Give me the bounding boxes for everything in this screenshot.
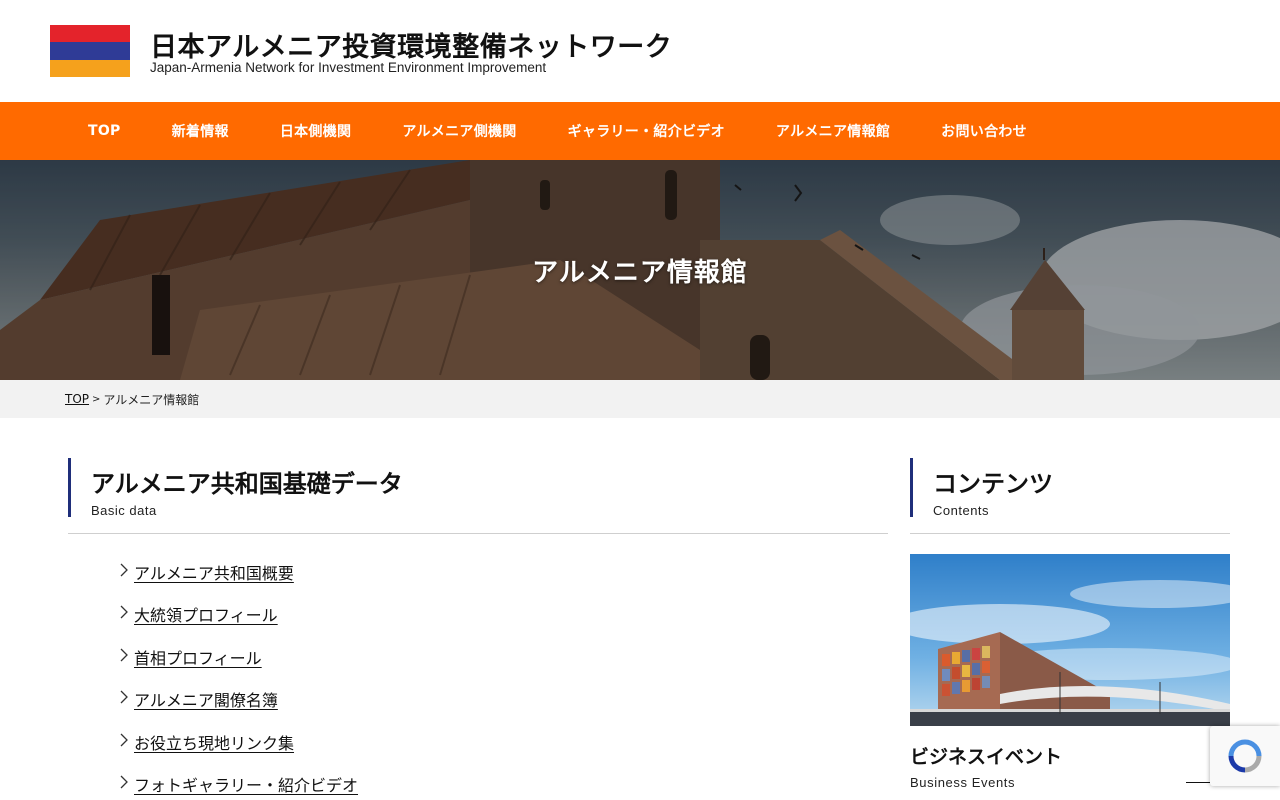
breadcrumb-separator: > xyxy=(92,393,101,405)
sidebar-title: コンテンツ xyxy=(933,470,1053,498)
hero-title: アルメニア情報館 xyxy=(532,258,748,288)
link-president-profile[interactable]: 大統領プロフィール xyxy=(134,602,278,626)
nav-item-contact[interactable]: お問い合わせ xyxy=(941,121,1027,141)
sidebar-divider xyxy=(910,533,1230,534)
nav-item-japan-organizations[interactable]: 日本側機関 xyxy=(280,121,352,141)
section-subtitle: Basic data xyxy=(91,503,157,518)
recaptcha-icon xyxy=(1228,739,1262,773)
business-events-subtitle: Business Events xyxy=(910,775,1016,790)
link-prime-minister-profile[interactable]: 首相プロフィール xyxy=(134,645,262,669)
chevron-right-icon xyxy=(120,775,128,789)
section-divider xyxy=(68,533,888,534)
list-item: アルメニア閣僚名簿 xyxy=(114,687,888,729)
armenia-flag-icon[interactable] xyxy=(50,25,130,77)
business-events-image[interactable] xyxy=(910,554,1230,726)
list-item: フォトギャラリー・紹介ビデオ xyxy=(114,772,888,800)
basic-data-link-list: アルメニア共和国概要 大統領プロフィール 首相プロフィール アルメニア閣僚名簿 … xyxy=(68,560,888,800)
chevron-right-icon xyxy=(120,605,128,619)
airport-photo xyxy=(910,554,1230,726)
basic-data-section: アルメニア共和国基礎データ Basic data アルメニア共和国概要 大統領プ… xyxy=(68,458,888,800)
chevron-right-icon xyxy=(120,563,128,577)
sidebar-heading: コンテンツ Contents xyxy=(910,458,1230,518)
site-title[interactable]: 日本アルメニア投資環境整備ネットワーク xyxy=(150,25,672,64)
nav-item-armenia-info[interactable]: アルメニア情報館 xyxy=(776,121,890,141)
sidebar-contents: コンテンツ Contents ビジネスイベント Business Events xyxy=(910,458,1230,790)
list-item: 首相プロフィール xyxy=(114,645,888,687)
link-photo-gallery-video[interactable]: フォトギャラリー・紹介ビデオ xyxy=(134,772,358,796)
section-heading: アルメニア共和国基礎データ Basic data xyxy=(68,458,888,518)
recaptcha-badge[interactable] xyxy=(1210,726,1280,786)
nav-item-gallery-video[interactable]: ギャラリー・紹介ビデオ xyxy=(568,121,725,141)
site-subtitle: Japan-Armenia Network for Investment Env… xyxy=(150,60,547,75)
nav-item-top[interactable]: TOP xyxy=(88,123,121,139)
global-nav: TOP 新着情報 日本側機関 アルメニア側機関 ギャラリー・紹介ビデオ アルメニ… xyxy=(0,102,1280,160)
chevron-right-icon xyxy=(120,690,128,704)
section-title: アルメニア共和国基礎データ xyxy=(91,470,403,498)
list-item: お役立ち現地リンク集 xyxy=(114,730,888,772)
hero-banner: アルメニア情報館 xyxy=(0,160,1280,380)
sidebar-subtitle: Contents xyxy=(933,503,990,518)
chevron-right-icon xyxy=(120,733,128,747)
nav-item-news[interactable]: 新着情報 xyxy=(172,121,229,141)
link-useful-local-links[interactable]: お役立ち現地リンク集 xyxy=(134,730,294,754)
list-item: 大統領プロフィール xyxy=(114,602,888,644)
link-armenia-overview[interactable]: アルメニア共和国概要 xyxy=(134,560,294,584)
site-header: 日本アルメニア投資環境整備ネットワーク Japan-Armenia Networ… xyxy=(0,0,1280,102)
chevron-right-icon xyxy=(120,648,128,662)
link-cabinet-list[interactable]: アルメニア閣僚名簿 xyxy=(134,687,278,711)
breadcrumb-current: アルメニア情報館 xyxy=(103,392,200,407)
breadcrumb: TOP > アルメニア情報館 xyxy=(0,380,1280,418)
breadcrumb-home-link[interactable]: TOP xyxy=(65,392,89,406)
nav-item-armenia-organizations[interactable]: アルメニア側機関 xyxy=(402,121,516,141)
business-events-title[interactable]: ビジネスイベント xyxy=(910,742,1230,769)
list-item: アルメニア共和国概要 xyxy=(114,560,888,602)
